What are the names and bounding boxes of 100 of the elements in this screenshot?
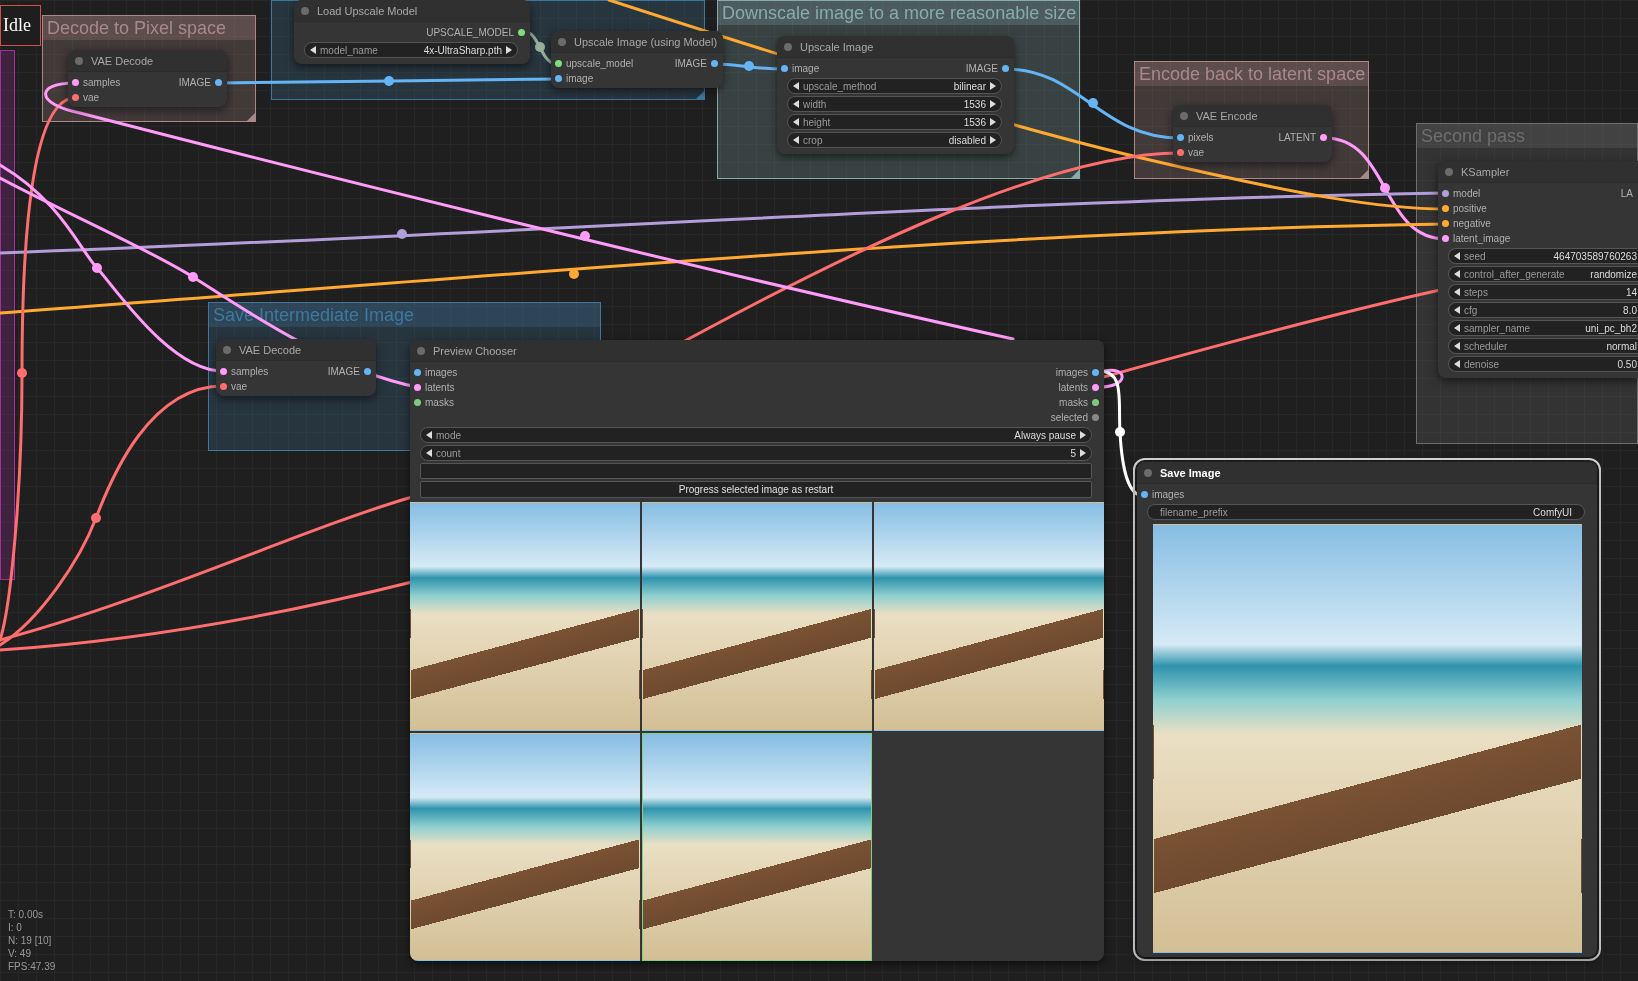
stepper-field[interactable]: control_after_generate randomize	[1448, 266, 1638, 282]
resize-corner-icon[interactable]	[1360, 170, 1368, 178]
graph-node[interactable]: VAE Decode samples vae IMAGE	[68, 50, 227, 107]
triangle-left-icon[interactable]	[793, 100, 799, 108]
stepper-field[interactable]: upscale_method bilinear	[787, 78, 1002, 94]
stepper-field[interactable]: scheduler normal	[1448, 338, 1638, 354]
triangle-left-icon[interactable]	[310, 46, 316, 54]
photo-placeholder[interactable]	[410, 732, 640, 961]
stepper-field[interactable]: sampler_name uni_pc_bh2	[1448, 320, 1638, 336]
port-dot-icon[interactable]	[711, 60, 718, 67]
node-title-bar[interactable]: Save Image	[1137, 462, 1597, 484]
stepper-field[interactable]: seed 464703589760263	[1448, 248, 1638, 264]
port-dot-icon[interactable]	[1442, 235, 1449, 242]
stepper-field[interactable]: model_name 4x-UltraSharp.pth	[304, 42, 518, 58]
triangle-left-icon[interactable]	[1454, 270, 1460, 278]
node-title-bar[interactable]: KSampler	[1438, 161, 1638, 183]
node-title-bar[interactable]: Load Upscale Model	[294, 0, 530, 22]
circle-icon[interactable]	[784, 42, 792, 51]
triangle-right-icon[interactable]	[506, 46, 512, 54]
circle-icon[interactable]	[1180, 111, 1188, 120]
triangle-left-icon[interactable]	[1454, 342, 1460, 350]
port-dot-icon[interactable]	[1092, 384, 1099, 391]
port-dot-icon[interactable]	[781, 65, 788, 72]
triangle-left-icon[interactable]	[1454, 324, 1460, 332]
circle-icon[interactable]	[417, 346, 425, 355]
stepper-field[interactable]: count 5	[420, 445, 1092, 461]
port-dot-icon[interactable]	[555, 60, 562, 67]
stepper-field[interactable]: crop disabled	[787, 132, 1002, 148]
port-dot-icon[interactable]	[414, 399, 421, 406]
triangle-left-icon[interactable]	[426, 431, 432, 439]
triangle-left-icon[interactable]	[793, 118, 799, 126]
stepper-field[interactable]: mode Always pause	[420, 427, 1092, 443]
graph-node[interactable]: KSampler model positive negative latent_image LA seed 464703589760263 control_after_generate randomize steps 14 cfg 8.0 sampler_name uni_pc_bh2 scheduler normal denoise 0.50	[1438, 161, 1638, 378]
graph-node[interactable]: VAE Encode pixels vae LATENT	[1173, 105, 1332, 162]
port-dot-icon[interactable]	[220, 383, 227, 390]
triangle-right-icon[interactable]	[990, 100, 996, 108]
graph-node[interactable]: Upscale Image (using Model) upscale_model image IMAGE	[551, 31, 723, 88]
stepper-field[interactable]: height 1536	[787, 114, 1002, 130]
circle-icon[interactable]	[223, 345, 231, 354]
action-button[interactable]: Progress selected image as restart	[420, 481, 1092, 498]
circle-icon[interactable]	[1144, 468, 1152, 477]
port-dot-icon[interactable]	[220, 368, 227, 375]
graph-node[interactable]: Upscale Image image IMAGE upscale_method bilinear width 1536 height 1536 crop disabled	[777, 36, 1014, 154]
port-dot-icon[interactable]	[1320, 134, 1327, 141]
triangle-left-icon[interactable]	[1454, 360, 1460, 368]
text-field[interactable]	[420, 463, 1092, 479]
port-dot-icon[interactable]	[1442, 190, 1449, 197]
text-field[interactable]: filename_prefix ComfyUI	[1147, 504, 1585, 520]
node-title-bar[interactable]: Upscale Image	[777, 36, 1014, 58]
triangle-right-icon[interactable]	[1080, 449, 1086, 457]
photo-placeholder[interactable]	[642, 502, 872, 731]
port-dot-icon[interactable]	[414, 384, 421, 391]
triangle-right-icon[interactable]	[990, 82, 996, 90]
photo-placeholder[interactable]	[410, 502, 640, 731]
port-dot-icon[interactable]	[1092, 369, 1099, 376]
graph-node[interactable]: VAE Decode samples vae IMAGE	[216, 339, 376, 396]
node-title-bar[interactable]: VAE Encode	[1173, 105, 1332, 127]
port-dot-icon[interactable]	[1092, 414, 1099, 421]
photo-placeholder[interactable]	[642, 732, 872, 961]
circle-icon[interactable]	[558, 37, 566, 46]
stepper-field[interactable]: width 1536	[787, 96, 1002, 112]
triangle-right-icon[interactable]	[990, 136, 996, 144]
stepper-field[interactable]: steps 14	[1448, 284, 1638, 300]
stepper-field[interactable]: cfg 8.0	[1448, 302, 1638, 318]
port-dot-icon[interactable]	[364, 368, 371, 375]
resize-corner-icon[interactable]	[696, 91, 704, 99]
node-title-bar[interactable]: VAE Decode	[216, 339, 376, 361]
port-dot-icon[interactable]	[555, 75, 562, 82]
node-title-bar[interactable]: Preview Chooser	[410, 340, 1104, 362]
triangle-left-icon[interactable]	[1454, 288, 1460, 296]
triangle-left-icon[interactable]	[1454, 252, 1460, 260]
node-title-bar[interactable]: VAE Decode	[68, 50, 227, 72]
stepper-field[interactable]: denoise 0.50	[1448, 356, 1638, 372]
triangle-left-icon[interactable]	[793, 136, 799, 144]
graph-node[interactable]: Save Image images filename_prefix ComfyUI	[1137, 462, 1597, 957]
circle-icon[interactable]	[75, 56, 83, 65]
port-dot-icon[interactable]	[215, 79, 222, 86]
graph-node[interactable]: Load Upscale Model UPSCALE_MODEL model_name 4x-UltraSharp.pth	[294, 0, 530, 64]
triangle-left-icon[interactable]	[426, 449, 432, 457]
graph-node[interactable]: Preview Chooser images latents masks images latents masks selected mode Always pause count 5 Progress selected image as restart	[410, 340, 1104, 961]
port-dot-icon[interactable]	[1177, 134, 1184, 141]
port-dot-icon[interactable]	[1092, 399, 1099, 406]
port-dot-icon[interactable]	[414, 369, 421, 376]
port-dot-icon[interactable]	[1442, 205, 1449, 212]
port-dot-icon[interactable]	[1141, 491, 1148, 498]
node-title-bar[interactable]: Upscale Image (using Model)	[551, 31, 723, 53]
triangle-left-icon[interactable]	[793, 82, 799, 90]
port-dot-icon[interactable]	[1002, 65, 1009, 72]
port-dot-icon[interactable]	[72, 94, 79, 101]
triangle-right-icon[interactable]	[1080, 431, 1086, 439]
port-dot-icon[interactable]	[518, 29, 525, 36]
resize-corner-icon[interactable]	[1071, 170, 1079, 178]
port-dot-icon[interactable]	[72, 79, 79, 86]
port-dot-icon[interactable]	[1177, 149, 1184, 156]
triangle-right-icon[interactable]	[990, 118, 996, 126]
circle-icon[interactable]	[1445, 167, 1453, 176]
circle-icon[interactable]	[301, 6, 309, 15]
photo-placeholder[interactable]	[874, 502, 1104, 731]
port-dot-icon[interactable]	[1442, 220, 1449, 227]
triangle-left-icon[interactable]	[1454, 306, 1460, 314]
